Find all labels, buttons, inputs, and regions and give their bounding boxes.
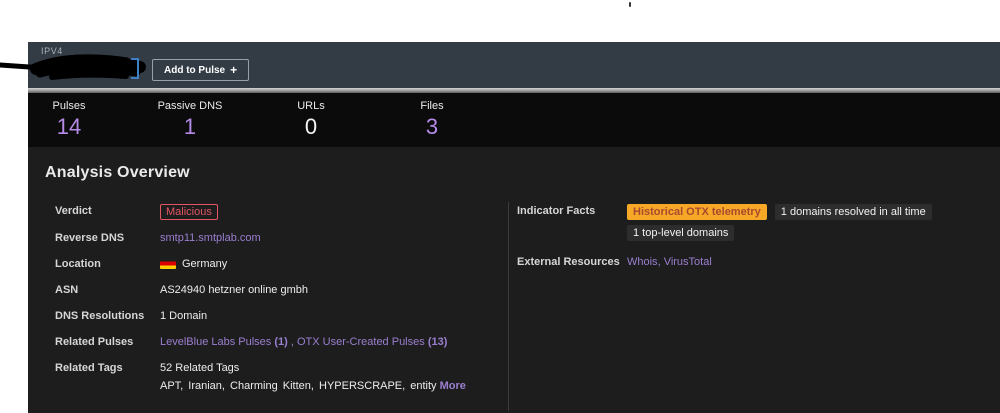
fact-chip: 1 domains resolved in all time xyxy=(774,204,932,220)
add-to-pulse-button[interactable]: Add to Pulse + xyxy=(152,59,250,81)
redacted-ip-scribble xyxy=(0,54,146,80)
verdict-row: Verdict Malicious xyxy=(55,204,490,220)
location-country: Germany xyxy=(182,258,228,270)
related-tags-list: APT, Iranian, Charming Kitten, HYPERSCRA… xyxy=(160,380,437,392)
stat-files[interactable]: Files 3 xyxy=(392,93,472,147)
related-pulses-row: Related Pulses LevelBlue Labs Pulses (1)… xyxy=(55,335,490,350)
verdict-label: Verdict xyxy=(55,205,92,217)
dns-resolutions-row: DNS Resolutions 1 Domain xyxy=(55,309,490,324)
external-resources-row: External Resources Whois, VirusTotal xyxy=(517,255,990,270)
stat-value: 3 xyxy=(425,114,439,139)
overview-right-column: Indicator Facts Historical OTX telemetry… xyxy=(509,202,1000,411)
pulse-link-separator: , xyxy=(287,336,297,348)
location-row: Location Germany xyxy=(55,257,490,272)
stat-value: 1 xyxy=(183,114,197,139)
stat-urls[interactable]: URLs 0 xyxy=(271,93,351,147)
whois-link[interactable]: Whois xyxy=(627,256,658,268)
verdict-badge: Malicious xyxy=(160,204,218,220)
location-label: Location xyxy=(55,258,101,270)
stat-value: 0 xyxy=(304,114,318,139)
page-title: Analysis Overview xyxy=(45,164,190,181)
reverse-dns-row: Reverse DNS smtp11.smtplab.com xyxy=(55,231,490,246)
indicator-facts-row: Indicator Facts Historical OTX telemetry… xyxy=(517,204,990,241)
stat-pulses[interactable]: Pulses 14 xyxy=(29,93,109,147)
stat-value: 14 xyxy=(56,114,82,139)
stat-label: Files xyxy=(420,100,444,112)
germany-flag-icon xyxy=(160,258,176,269)
stat-label: URLs xyxy=(297,100,325,112)
tags-more-link[interactable]: More xyxy=(440,380,466,392)
related-tags-row: Related Tags 52 Related Tags APT, Irania… xyxy=(55,361,490,394)
related-tags-label: Related Tags xyxy=(55,362,123,374)
stat-label: Pulses xyxy=(52,100,86,112)
indicator-facts-label: Indicator Facts xyxy=(517,205,596,217)
stats-bar: Pulses 14 Passive DNS 1 URLs 0 Files 3 xyxy=(28,93,1000,147)
related-pulses-label: Related Pulses xyxy=(55,336,134,348)
asn-value: AS24940 hetzner online gmbh xyxy=(160,284,308,296)
indicator-panel: IPV4 Add to Pulse + Pulses 14 Passive DN… xyxy=(0,42,1000,413)
indicator-header: IPV4 Add to Pulse + xyxy=(0,42,1000,88)
overview-left-column: Verdict Malicious Reverse DNS smtp11.smt… xyxy=(45,202,509,411)
analysis-overview-section: Analysis Overview Verdict Malicious Reve… xyxy=(28,147,1000,413)
reverse-dns-label: Reverse DNS xyxy=(55,232,125,244)
related-tags-summary: 52 Related Tags xyxy=(160,362,240,374)
telemetry-badge: Historical OTX telemetry xyxy=(627,204,767,220)
user-created-pulses-link[interactable]: OTX User-Created Pulses (13) xyxy=(297,336,447,348)
asn-label: ASN xyxy=(55,284,79,296)
dns-resolutions-label: DNS Resolutions xyxy=(55,310,145,322)
asn-row: ASN AS24940 hetzner online gmbh xyxy=(55,283,490,298)
stat-passive-dns[interactable]: Passive DNS 1 xyxy=(150,93,230,147)
plus-icon: + xyxy=(230,63,238,77)
levelblue-pulses-link[interactable]: LevelBlue Labs Pulses (1) xyxy=(160,336,288,348)
add-to-pulse-label: Add to Pulse xyxy=(164,64,226,76)
dns-resolutions-value: 1 Domain xyxy=(160,310,208,322)
virustotal-link[interactable]: VirusTotal xyxy=(664,256,712,268)
stat-label: Passive DNS xyxy=(157,100,223,112)
fact-chip: 1 top-level domains xyxy=(627,225,735,241)
external-resources-label: External Resources xyxy=(517,256,620,268)
reverse-dns-link[interactable]: smtp11.smtplab.com xyxy=(160,232,261,244)
stray-dot xyxy=(629,2,631,7)
